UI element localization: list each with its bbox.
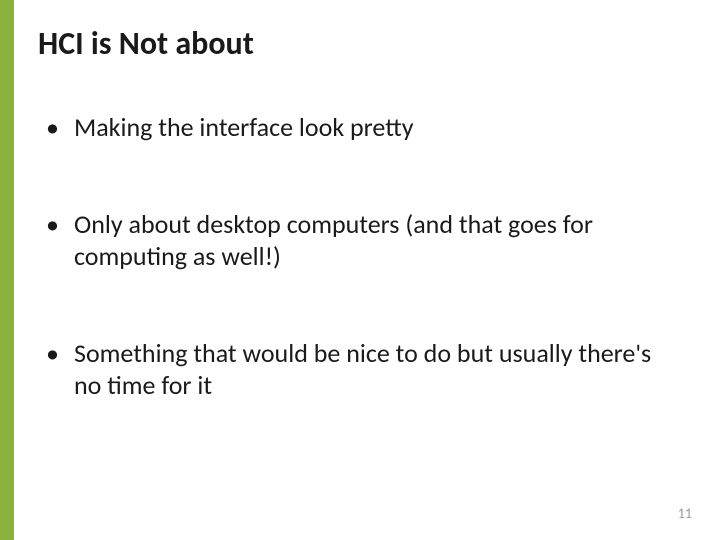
- slide-title: HCI is Not about: [38, 24, 680, 63]
- bullet-item: Only about desktop computers (and that g…: [46, 208, 680, 273]
- accent-bar: [0, 0, 14, 540]
- bullet-item: Making the interface look pretty: [46, 111, 680, 144]
- bullet-list: Making the interface look pretty Only ab…: [38, 111, 680, 402]
- slide-content: HCI is Not about Making the interface lo…: [38, 24, 680, 500]
- bullet-item: Something that would be nice to do but u…: [46, 337, 680, 402]
- page-number: 11: [678, 505, 692, 522]
